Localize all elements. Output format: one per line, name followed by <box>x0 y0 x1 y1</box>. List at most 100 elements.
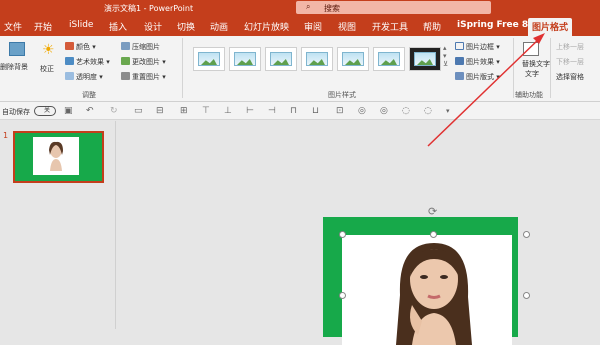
qat-tool-3[interactable]: ⊞ <box>180 106 188 116</box>
transparency-label: 透明度 <box>76 73 97 81</box>
picture-effect-button[interactable]: 图片效果 ▾ <box>455 57 500 67</box>
reset-icon <box>121 72 130 80</box>
alt-text-label-2: 文字 <box>525 70 539 78</box>
picture-style-7[interactable] <box>409 47 441 71</box>
tab-view[interactable]: 视图 <box>338 20 356 33</box>
remove-bg-button[interactable]: 删除背景 <box>0 42 32 78</box>
autosave-label: 自动保存 <box>2 108 30 116</box>
search-box[interactable]: ⌕ 搜索 <box>296 1 491 14</box>
qat-tool-8[interactable]: ⊓ <box>290 106 297 116</box>
autosave-toggle[interactable]: 关 <box>34 106 56 116</box>
divider <box>182 38 183 98</box>
tab-transitions[interactable]: 切换 <box>177 20 195 33</box>
change-label: 更改图片 <box>132 58 160 66</box>
tab-picture-format[interactable]: 图片格式 <box>528 18 573 36</box>
qat-tool-6[interactable]: ⊢ <box>246 106 254 116</box>
qat-tool-1[interactable]: ▭ <box>134 106 143 116</box>
group-picture-styles: 图片样式 <box>328 91 356 99</box>
change-picture-button[interactable]: 更改图片 ▾ <box>121 57 166 67</box>
resize-handle-right[interactable] <box>523 292 530 299</box>
slide[interactable] <box>323 217 518 345</box>
color-icon <box>65 42 74 50</box>
picture-style-5[interactable] <box>337 47 369 71</box>
effect-label: 图片效果 <box>466 58 494 66</box>
send-backward-button[interactable]: 下移一层 <box>556 57 584 67</box>
resize-handle-left[interactable] <box>339 292 346 299</box>
selection-pane-button[interactable]: 选择窗格 <box>556 72 584 82</box>
toggle-state: 关 <box>44 107 51 114</box>
tab-design[interactable]: 设计 <box>144 20 162 33</box>
ribbon: 删除背景 ☀ 校正 颜色 ▾ 艺术效果 ▾ 透明度 ▾ 压缩图片 更改图片 ▾ … <box>0 36 600 102</box>
correct-button[interactable]: ☀ 校正 <box>40 42 60 78</box>
picture-style-2[interactable] <box>229 47 261 71</box>
compress-icon <box>121 42 130 50</box>
slide-number: 1 <box>3 131 9 140</box>
tab-insert[interactable]: 插入 <box>109 20 127 33</box>
alt-text-icon <box>523 42 539 56</box>
art-effects-button[interactable]: 艺术效果 ▾ <box>65 57 110 67</box>
search-placeholder: 搜索 <box>324 4 340 13</box>
tab-slideshow[interactable]: 幻灯片放映 <box>244 20 289 33</box>
picture-style-1[interactable] <box>193 47 225 71</box>
picture-style-6[interactable] <box>373 47 405 71</box>
qat-tool-9[interactable]: ⊔ <box>312 106 319 116</box>
qat-tool-4[interactable]: ⊤ <box>202 106 210 116</box>
correct-label: 校正 <box>40 65 54 73</box>
resize-handle-top-right[interactable] <box>523 231 530 238</box>
tab-developer[interactable]: 开发工具 <box>372 20 408 33</box>
qat-tool-5[interactable]: ⊥ <box>224 106 232 116</box>
tab-animations[interactable]: 动画 <box>210 20 228 33</box>
undo-icon[interactable]: ↶ <box>86 106 94 116</box>
qat-tool-11[interactable]: ◎ <box>358 106 366 116</box>
art-icon <box>65 57 74 65</box>
qat-tool-2[interactable]: ⊟ <box>156 106 164 116</box>
compress-button[interactable]: 压缩图片 <box>121 42 160 52</box>
compress-label: 压缩图片 <box>132 43 160 51</box>
bring-forward-button[interactable]: 上移一层 <box>556 42 584 52</box>
qat-tool-13[interactable]: ◌ <box>402 106 410 116</box>
picture-border-button[interactable]: 图片边框 ▾ <box>455 42 500 52</box>
picture-style-3[interactable] <box>265 47 297 71</box>
alt-text-label: 替换文字 <box>522 60 550 68</box>
tab-ispring[interactable]: iSpring Free 8 <box>457 20 528 30</box>
qat-tool-14[interactable]: ◌ <box>424 106 432 116</box>
alt-text-button[interactable]: 替换文字 文字 <box>518 42 550 82</box>
reset-picture-button[interactable]: 重置图片 ▾ <box>121 72 166 82</box>
qat-tool-10[interactable]: ⊡ <box>336 106 344 116</box>
resize-handle-top-left[interactable] <box>339 231 346 238</box>
divider <box>513 38 514 98</box>
layout-icon <box>455 72 464 80</box>
title-bar: 演示文稿1 - PowerPoint ⌕ 搜索 <box>0 0 600 16</box>
redo-icon[interactable]: ↻ <box>110 106 118 116</box>
tab-review[interactable]: 审阅 <box>304 20 322 33</box>
group-adjust: 调整 <box>82 91 96 99</box>
slide-thumbnail[interactable] <box>13 131 104 183</box>
transparency-button[interactable]: 透明度 ▾ <box>65 72 103 82</box>
qat-tool-12[interactable]: ◎ <box>380 106 388 116</box>
gallery-scroll[interactable]: ▴ ▾ ⊻ <box>443 44 448 68</box>
portrait-icon <box>49 141 63 171</box>
border-label: 图片边框 <box>466 43 494 51</box>
quick-access-toolbar: 自动保存 关 ▣ ↶ ↻ ▭ ⊟ ⊞ ⊤ ⊥ ⊢ ⊣ ⊓ ⊔ ⊡ ◎ ◎ ◌ ◌… <box>0 102 600 120</box>
tab-islide[interactable]: iSlide <box>69 20 93 30</box>
picture-style-4[interactable] <box>301 47 333 71</box>
qat-customize-icon[interactable]: ▾ <box>446 107 450 115</box>
tab-home[interactable]: 开始 <box>34 20 52 33</box>
remove-bg-label: 删除背景 <box>0 63 28 71</box>
transparency-icon <box>65 72 74 80</box>
correct-icon: ☀ <box>42 42 55 58</box>
resize-handle-top[interactable] <box>430 231 437 238</box>
color-label: 颜色 <box>76 43 90 51</box>
thumbnail-photo <box>33 137 79 175</box>
search-icon: ⌕ <box>306 2 311 11</box>
tab-file[interactable]: 文件 <box>4 20 22 33</box>
save-icon[interactable]: ▣ <box>64 106 73 116</box>
ribbon-tabs: 文件 开始 iSlide 插入 设计 切换 动画 幻灯片放映 审阅 视图 开发工… <box>0 16 600 36</box>
tab-help[interactable]: 帮助 <box>423 20 441 33</box>
qat-tool-7[interactable]: ⊣ <box>268 106 276 116</box>
remove-bg-icon <box>9 42 25 56</box>
slide-editing-canvas: ⟳ <box>117 121 600 345</box>
picture-layout-button[interactable]: 图片版式 ▾ <box>455 72 500 82</box>
change-icon <box>121 57 130 65</box>
color-button[interactable]: 颜色 ▾ <box>65 42 96 52</box>
